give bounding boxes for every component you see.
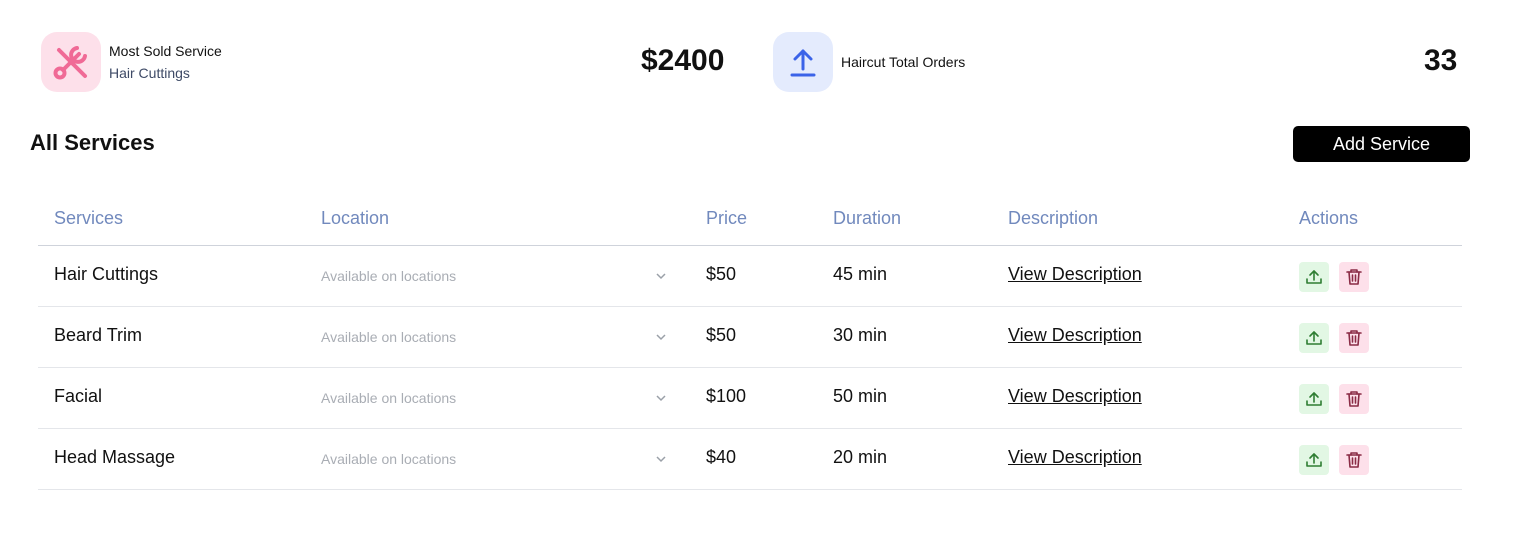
service-price: $40 [706, 447, 737, 467]
upload-icon [1306, 392, 1322, 406]
trash-icon [1346, 452, 1362, 468]
add-service-button[interactable]: Add Service [1293, 126, 1470, 162]
orders-label: Haircut Total Orders [841, 54, 966, 70]
column-header-actions: Actions [1299, 208, 1359, 228]
trash-icon [1346, 269, 1362, 285]
upload-icon [1306, 270, 1322, 284]
column-header-duration: Duration [833, 208, 902, 228]
service-duration: 30 min [833, 325, 888, 345]
trash-icon [1346, 330, 1362, 346]
view-description-link[interactable]: View Description [1008, 386, 1142, 407]
location-placeholder: Available on locations [321, 268, 457, 284]
location-placeholder: Available on locations [321, 451, 457, 467]
most-sold-service: Hair Cuttings [109, 65, 190, 81]
service-name: Beard Trim [54, 325, 143, 345]
orders-count: 33 [1424, 44, 1458, 77]
service-duration: 50 min [833, 386, 888, 406]
view-description-link[interactable]: View Description [1008, 447, 1142, 468]
chevron-down-icon [655, 331, 667, 343]
services-page: Most Sold Service Hair Cuttings $2400 Ha… [0, 0, 1536, 557]
table-row: Beard Trim Available on locations $50 30… [38, 307, 1462, 368]
chevron-down-icon [655, 270, 667, 282]
location-select[interactable]: Available on locations [321, 368, 667, 428]
delete-button[interactable] [1339, 323, 1369, 353]
column-header-description: Description [1008, 208, 1099, 228]
delete-button[interactable] [1339, 445, 1369, 475]
upload-button[interactable] [1299, 384, 1329, 414]
delete-button[interactable] [1339, 262, 1369, 292]
upload-icon [1306, 331, 1322, 345]
upload-icon [1306, 453, 1322, 467]
table-row: Hair Cuttings Available on locations $50… [38, 246, 1462, 307]
chevron-down-icon [655, 392, 667, 404]
tools-icon [41, 32, 101, 92]
upload-button[interactable] [1299, 262, 1329, 292]
most-sold-revenue: $2400 [641, 44, 725, 77]
location-placeholder: Available on locations [321, 329, 457, 345]
most-sold-label: Most Sold Service [109, 43, 222, 59]
table-header: Services Location Price Duration Descrip… [38, 190, 1462, 246]
column-header-location: Location [321, 208, 390, 228]
location-placeholder: Available on locations [321, 390, 457, 406]
service-name: Hair Cuttings [54, 264, 159, 284]
upload-button[interactable] [1299, 323, 1329, 353]
delete-button[interactable] [1339, 384, 1369, 414]
table-row: Head Massage Available on locations $40 … [38, 429, 1462, 490]
location-select[interactable]: Available on locations [321, 429, 667, 489]
upload-arrow-icon [773, 32, 833, 92]
upload-button[interactable] [1299, 445, 1329, 475]
column-header-price: Price [706, 208, 748, 228]
service-price: $50 [706, 264, 737, 284]
service-duration: 20 min [833, 447, 888, 467]
service-price: $50 [706, 325, 737, 345]
location-select[interactable]: Available on locations [321, 307, 667, 367]
service-name: Facial [54, 386, 103, 406]
trash-icon [1346, 391, 1362, 407]
service-name: Head Massage [54, 447, 176, 467]
service-duration: 45 min [833, 264, 888, 284]
view-description-link[interactable]: View Description [1008, 325, 1142, 346]
services-table: Services Location Price Duration Descrip… [38, 190, 1462, 490]
column-header-services: Services [54, 208, 124, 228]
location-select[interactable]: Available on locations [321, 246, 667, 306]
chevron-down-icon [655, 453, 667, 465]
table-row: Facial Available on locations $100 50 mi… [38, 368, 1462, 429]
page-title: All Services [30, 130, 155, 155]
view-description-link[interactable]: View Description [1008, 264, 1142, 285]
service-price: $100 [706, 386, 747, 406]
